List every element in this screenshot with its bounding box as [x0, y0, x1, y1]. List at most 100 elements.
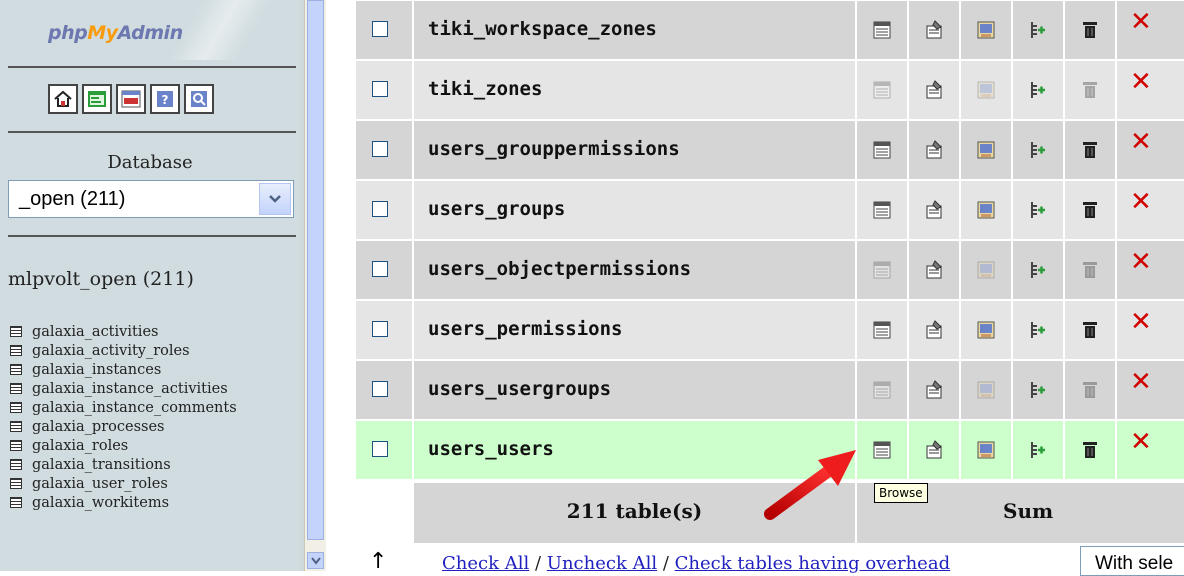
table-icon[interactable]	[10, 402, 22, 413]
drop-icon[interactable]: ✕	[1130, 129, 1152, 155]
structure-icon[interactable]	[924, 320, 944, 340]
row-checkbox[interactable]	[372, 261, 388, 277]
search-icon[interactable]	[976, 20, 996, 40]
empty-icon[interactable]	[1080, 200, 1100, 220]
search-icon[interactable]	[976, 320, 996, 340]
insert-icon[interactable]	[1028, 80, 1048, 100]
sidebar-table-item[interactable]: galaxia_activities	[10, 322, 237, 341]
browse-icon[interactable]	[872, 200, 892, 220]
table-icon[interactable]	[10, 459, 22, 470]
table-icon[interactable]	[10, 421, 22, 432]
sidebar-table-label[interactable]: galaxia_instance_activities	[32, 381, 228, 397]
structure-icon[interactable]	[924, 440, 944, 460]
insert-icon[interactable]	[1028, 140, 1048, 160]
empty-icon[interactable]	[1080, 440, 1100, 460]
table-icon[interactable]	[10, 345, 22, 356]
sidebar-table-label[interactable]: galaxia_transitions	[32, 457, 171, 473]
table-icon[interactable]	[10, 497, 22, 508]
insert-icon[interactable]	[1028, 20, 1048, 40]
sidebar-table-item[interactable]: galaxia_roles	[10, 436, 237, 455]
database-select[interactable]: _open (211)	[8, 180, 294, 218]
sidebar-table-label[interactable]: galaxia_instances	[32, 362, 161, 378]
search-icon[interactable]	[976, 200, 996, 220]
table-name[interactable]: users_permissions	[428, 318, 622, 340]
row-checkbox[interactable]	[372, 81, 388, 97]
database-name-link[interactable]: mlpvolt_open (211)	[8, 268, 194, 290]
table-name[interactable]: users_groups	[428, 198, 565, 220]
with-selected-select[interactable]: With sele	[1080, 546, 1184, 576]
sidebar-table-item[interactable]: galaxia_instance_comments	[10, 398, 237, 417]
drop-icon[interactable]: ✕	[1130, 249, 1152, 275]
structure-icon[interactable]	[924, 200, 944, 220]
row-checkbox[interactable]	[372, 381, 388, 397]
sidebar-table-label[interactable]: galaxia_workitems	[32, 495, 169, 511]
empty-icon[interactable]	[1080, 320, 1100, 340]
scroll-down-icon[interactable]	[307, 552, 324, 569]
search-icon[interactable]	[976, 80, 996, 100]
drop-icon[interactable]: ✕	[1130, 369, 1152, 395]
table-name[interactable]: users_usergroups	[428, 378, 611, 400]
table-name[interactable]: users_grouppermissions	[428, 138, 680, 160]
sidebar-table-label[interactable]: galaxia_roles	[32, 438, 128, 454]
sidebar-scrollbar[interactable]	[304, 0, 327, 571]
insert-icon[interactable]	[1028, 380, 1048, 400]
empty-icon[interactable]	[1080, 80, 1100, 100]
drop-icon[interactable]: ✕	[1130, 69, 1152, 95]
search-icon[interactable]	[976, 380, 996, 400]
sidebar-table-item[interactable]: galaxia_activity_roles	[10, 341, 237, 360]
table-icon[interactable]	[10, 440, 22, 451]
sidebar-table-item[interactable]: galaxia_user_roles	[10, 474, 237, 493]
chevron-down-icon[interactable]	[259, 183, 291, 215]
drop-icon[interactable]: ✕	[1130, 189, 1152, 215]
drop-icon[interactable]: ✕	[1130, 9, 1152, 35]
sidebar-table-item[interactable]: galaxia_transitions	[10, 455, 237, 474]
scrollbar-thumb[interactable]	[307, 0, 324, 540]
browse-icon[interactable]	[872, 380, 892, 400]
query-window-button[interactable]	[82, 84, 112, 114]
table-icon[interactable]	[10, 383, 22, 394]
search-icon[interactable]	[976, 140, 996, 160]
structure-icon[interactable]	[924, 380, 944, 400]
table-name[interactable]: users_users	[428, 438, 554, 460]
drop-icon[interactable]: ✕	[1130, 429, 1152, 455]
home-button[interactable]	[48, 84, 78, 114]
row-checkbox[interactable]	[372, 201, 388, 217]
insert-icon[interactable]	[1028, 200, 1048, 220]
empty-icon[interactable]	[1080, 260, 1100, 280]
table-name[interactable]: tiki_zones	[428, 78, 542, 100]
empty-icon[interactable]	[1080, 140, 1100, 160]
browse-icon[interactable]	[872, 440, 892, 460]
sidebar-table-label[interactable]: galaxia_instance_comments	[32, 400, 237, 416]
sidebar-table-item[interactable]: galaxia_instance_activities	[10, 379, 237, 398]
browse-icon[interactable]	[872, 80, 892, 100]
table-icon[interactable]	[10, 478, 22, 489]
sidebar-table-label[interactable]: galaxia_activity_roles	[32, 343, 190, 359]
row-checkbox[interactable]	[372, 141, 388, 157]
insert-icon[interactable]	[1028, 260, 1048, 280]
structure-icon[interactable]	[924, 80, 944, 100]
table-icon[interactable]	[10, 364, 22, 375]
sidebar-table-label[interactable]: galaxia_user_roles	[32, 476, 168, 492]
table-name[interactable]: tiki_workspace_zones	[428, 18, 657, 40]
sidebar-table-item[interactable]: galaxia_workitems	[10, 493, 237, 512]
search-icon[interactable]	[976, 440, 996, 460]
sidebar-table-label[interactable]: galaxia_activities	[32, 324, 158, 340]
sidebar-table-item[interactable]: galaxia_instances	[10, 360, 237, 379]
structure-icon[interactable]	[924, 260, 944, 280]
insert-icon[interactable]	[1028, 440, 1048, 460]
docs-button[interactable]: ?	[150, 84, 180, 114]
sidebar-table-label[interactable]: galaxia_processes	[32, 419, 164, 435]
sql-button[interactable]	[116, 84, 146, 114]
insert-icon[interactable]	[1028, 320, 1048, 340]
browse-icon[interactable]	[872, 140, 892, 160]
browse-icon[interactable]	[872, 320, 892, 340]
sql-docs-button[interactable]	[184, 84, 214, 114]
row-checkbox[interactable]	[372, 441, 388, 457]
search-icon[interactable]	[976, 260, 996, 280]
phpmyadmin-logo[interactable]: phpMyAdmin	[48, 22, 183, 44]
sidebar-table-item[interactable]: galaxia_processes	[10, 417, 237, 436]
empty-icon[interactable]	[1080, 20, 1100, 40]
browse-icon[interactable]	[872, 260, 892, 280]
table-icon[interactable]	[10, 326, 22, 337]
row-checkbox[interactable]	[372, 21, 388, 37]
